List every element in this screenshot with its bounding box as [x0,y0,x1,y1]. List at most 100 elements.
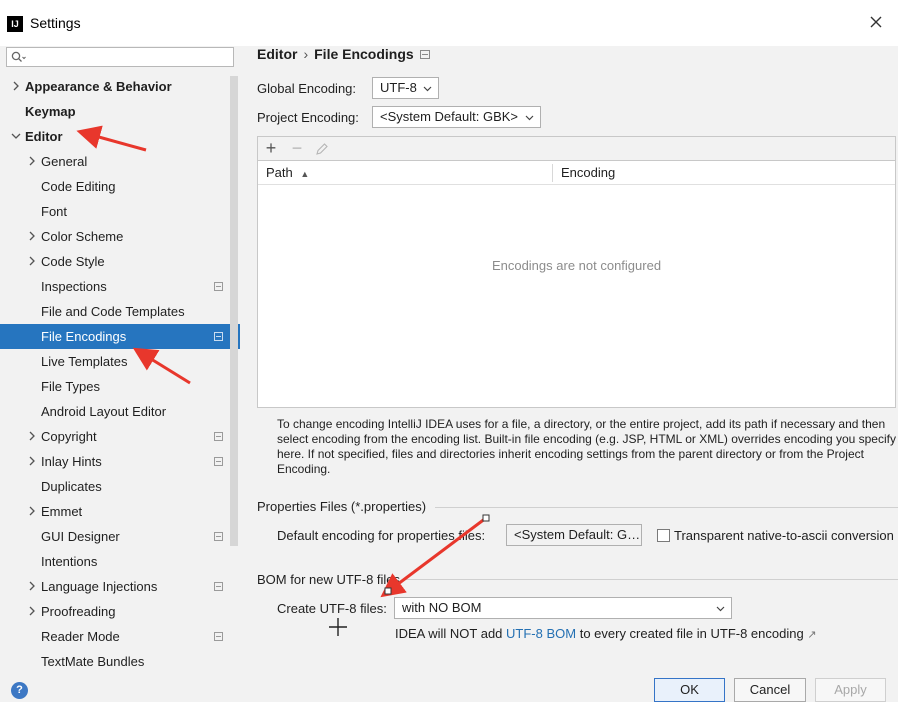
sidebar-item-label: Appearance & Behavior [25,79,172,94]
chevron-down-icon [525,115,534,121]
sidebar-item-file-types[interactable]: File Types [0,374,240,399]
search-input[interactable] [6,47,234,67]
window-title: Settings [30,15,81,31]
chevron-right-icon[interactable] [27,256,37,266]
sidebar-item-live-templates[interactable]: Live Templates [0,349,240,374]
project-scope-icon [214,532,223,541]
chevron-right-icon[interactable] [27,456,37,466]
breadcrumb-file-encodings: File Encodings [314,46,414,62]
chevron-right-icon[interactable] [27,156,37,166]
sidebar-item-label: TextMate Bundles [41,654,145,669]
close-icon[interactable] [868,14,884,30]
properties-encoding-value: <System Default: G… [514,527,641,542]
bom-note-prefix: IDEA will NOT add [395,626,507,641]
sidebar-item-label: General [41,154,88,169]
sidebar-item-intentions[interactable]: Intentions [0,549,240,574]
sidebar-item-file-and-code-templates[interactable]: File and Code Templates [0,299,240,324]
sidebar-item-code-style[interactable]: Code Style [0,249,240,274]
sidebar-item-color-scheme[interactable]: Color Scheme [0,224,240,249]
transparent-ascii-checkbox[interactable] [657,529,670,542]
chevron-right-icon[interactable] [27,231,37,241]
external-link-icon: ↗ [807,629,817,641]
sidebar-item-label: Keymap [25,104,76,119]
bom-select-value: with NO BOM [402,600,482,615]
chevron-down-icon [423,86,432,92]
sidebar-item-label: File and Code Templates [41,304,185,319]
chevron-right-icon[interactable] [11,81,21,91]
sidebar-item-emmet[interactable]: Emmet [0,499,240,524]
sidebar-item-keymap[interactable]: Keymap [0,99,240,124]
project-scope-icon [214,432,223,441]
project-scope-icon [214,332,223,341]
sidebar-item-label: File Types [41,379,101,394]
sidebar-item-copyright[interactable]: Copyright [0,424,240,449]
global-encoding-select[interactable]: UTF-8 [372,77,439,99]
sidebar-item-android-layout-editor[interactable]: Android Layout Editor [0,399,240,424]
chevron-right-icon[interactable] [27,506,37,516]
intellij-logo-icon: IJ [7,16,23,32]
sidebar-item-label: Android Layout Editor [41,404,167,419]
help-icon[interactable]: ? [11,682,28,699]
sidebar-item-font[interactable]: Font [0,199,240,224]
project-scope-icon [420,50,430,59]
sidebar-scrollbar[interactable] [230,76,238,546]
bom-section-title: BOM for new UTF-8 files [257,572,401,587]
bom-select[interactable]: with NO BOM [394,597,732,619]
sidebar-item-label: Live Templates [41,354,128,369]
properties-section-title: Properties Files (*.properties) [257,499,427,514]
sidebar-item-file-encodings[interactable]: File Encodings [0,324,240,349]
encoding-description: To change encoding IntelliJ IDEA uses fo… [277,417,896,476]
breadcrumb: Editor › File Encodings [257,46,414,62]
file-encodings-panel: Editor › File Encodings Global Encoding: U… [240,46,898,700]
sidebar-item-label: Editor [25,129,63,144]
path-column-header[interactable]: Path ▲ [266,161,309,185]
chevron-right-icon[interactable] [27,606,37,616]
add-icon[interactable]: + [262,139,280,158]
project-scope-icon [214,632,223,641]
sidebar-item-appearance-behavior[interactable]: Appearance & Behavior [0,74,240,99]
edit-pencil-icon[interactable] [315,142,329,156]
sidebar-item-inlay-hints[interactable]: Inlay Hints [0,449,240,474]
sidebar-item-label: Copyright [41,429,97,444]
settings-tree: Appearance & Behavior Keymap Editor General… [0,74,240,674]
transparent-ascii-label[interactable]: Transparent native-to-ascii conversion [674,528,894,543]
section-divider [435,507,898,508]
sidebar-item-language-injections[interactable]: Language Injections [0,574,240,599]
remove-icon[interactable]: − [288,139,306,158]
search-icon [11,51,26,62]
sidebar-item-duplicates[interactable]: Duplicates [0,474,240,499]
sidebar-item-label: Language Injections [41,579,158,594]
sidebar-item-label: Reader Mode [41,629,120,644]
sidebar-item-label: Duplicates [41,479,102,494]
dialog-footer: ? OK Cancel Apply [0,676,898,702]
sidebar-item-label: Inlay Hints [41,454,102,469]
properties-encoding-select[interactable]: <System Default: G… [506,524,642,546]
apply-button[interactable]: Apply [815,678,886,702]
project-scope-icon [214,582,223,591]
sidebar-item-inspections[interactable]: Inspections [0,274,240,299]
breadcrumb-separator: › [303,46,309,62]
empty-table-message: Encodings are not configured [491,258,662,273]
sidebar-item-reader-mode[interactable]: Reader Mode [0,624,240,649]
project-encoding-label: Project Encoding: [257,110,359,125]
create-utf8-label: Create UTF-8 files: [277,601,387,616]
sidebar-item-label: File Encodings [41,329,127,344]
sidebar-item-editor[interactable]: Editor [0,124,240,149]
section-divider [406,579,898,580]
sidebar-item-proofreading[interactable]: Proofreading [0,599,240,624]
sidebar-item-label: GUI Designer [41,529,120,544]
encoding-column-header[interactable]: Encoding [561,161,615,185]
cancel-button[interactable]: Cancel [734,678,806,702]
breadcrumb-editor[interactable]: Editor [257,46,297,62]
sidebar-item-general[interactable]: General [0,149,240,174]
project-encoding-select[interactable]: <System Default: GBK> [372,106,541,128]
sidebar-item-gui-designer[interactable]: GUI Designer [0,524,240,549]
utf8-bom-link[interactable]: UTF-8 BOM [506,626,576,641]
chevron-right-icon[interactable] [27,581,37,591]
chevron-right-icon[interactable] [27,431,37,441]
chevron-down-icon[interactable] [11,131,21,141]
sidebar-item-label: Proofreading [41,604,116,619]
ok-button[interactable]: OK [654,678,725,702]
sidebar-item-textmate-bundles[interactable]: TextMate Bundles [0,649,240,674]
sidebar-item-code-editing[interactable]: Code Editing [0,174,240,199]
